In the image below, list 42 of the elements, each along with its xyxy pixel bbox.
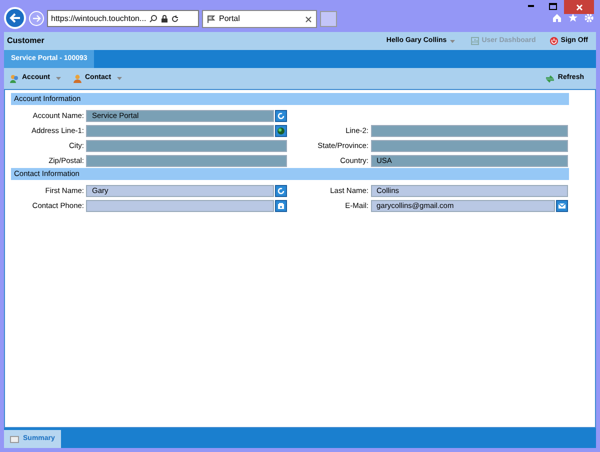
refresh-icon xyxy=(544,74,555,82)
dashboard-icon xyxy=(470,37,479,45)
people-icon xyxy=(10,74,19,83)
refresh-icon xyxy=(276,186,284,194)
input-field[interactable] xyxy=(86,140,286,152)
input-field[interactable] xyxy=(86,124,274,136)
search-icon xyxy=(149,14,158,23)
close-icon xyxy=(576,4,582,10)
email-button[interactable] xyxy=(556,200,568,212)
forward-arrow-icon xyxy=(32,14,41,23)
settings-icon[interactable] xyxy=(584,13,594,23)
caret-icon xyxy=(450,40,455,42)
close-icon[interactable] xyxy=(305,16,312,22)
phone-button[interactable] xyxy=(274,200,286,212)
caret-icon xyxy=(117,77,122,80)
reload-icon xyxy=(171,14,180,22)
input-field[interactable] xyxy=(86,200,274,212)
forward-button[interactable] xyxy=(29,11,44,26)
tab-title: Portal xyxy=(219,13,240,25)
app-title: Customer xyxy=(7,35,44,47)
globe-icon xyxy=(276,126,284,134)
refresh-icon xyxy=(276,112,284,120)
url-text: https://wintouch.touchton... xyxy=(51,12,146,24)
globe-button[interactable] xyxy=(274,124,286,136)
power-icon xyxy=(550,37,558,45)
address-bar[interactable]: https://wintouch.touchton... xyxy=(47,10,199,27)
back-arrow-icon xyxy=(9,12,21,24)
person-icon xyxy=(73,74,82,83)
lock-icon xyxy=(161,14,168,22)
caret-icon xyxy=(56,77,61,80)
refresh-button[interactable] xyxy=(274,110,286,122)
input-field[interactable] xyxy=(370,124,568,136)
input-field[interactable] xyxy=(370,140,568,152)
flag-icon xyxy=(207,15,216,23)
back-button[interactable] xyxy=(4,7,26,29)
browser-tab[interactable]: Portal xyxy=(202,10,317,28)
input-field[interactable] xyxy=(86,154,286,166)
refresh-button[interactable] xyxy=(274,184,286,196)
star-icon[interactable] xyxy=(568,13,578,23)
email-icon xyxy=(558,202,566,210)
close-button[interactable] xyxy=(564,0,594,14)
window-icon xyxy=(10,436,19,442)
